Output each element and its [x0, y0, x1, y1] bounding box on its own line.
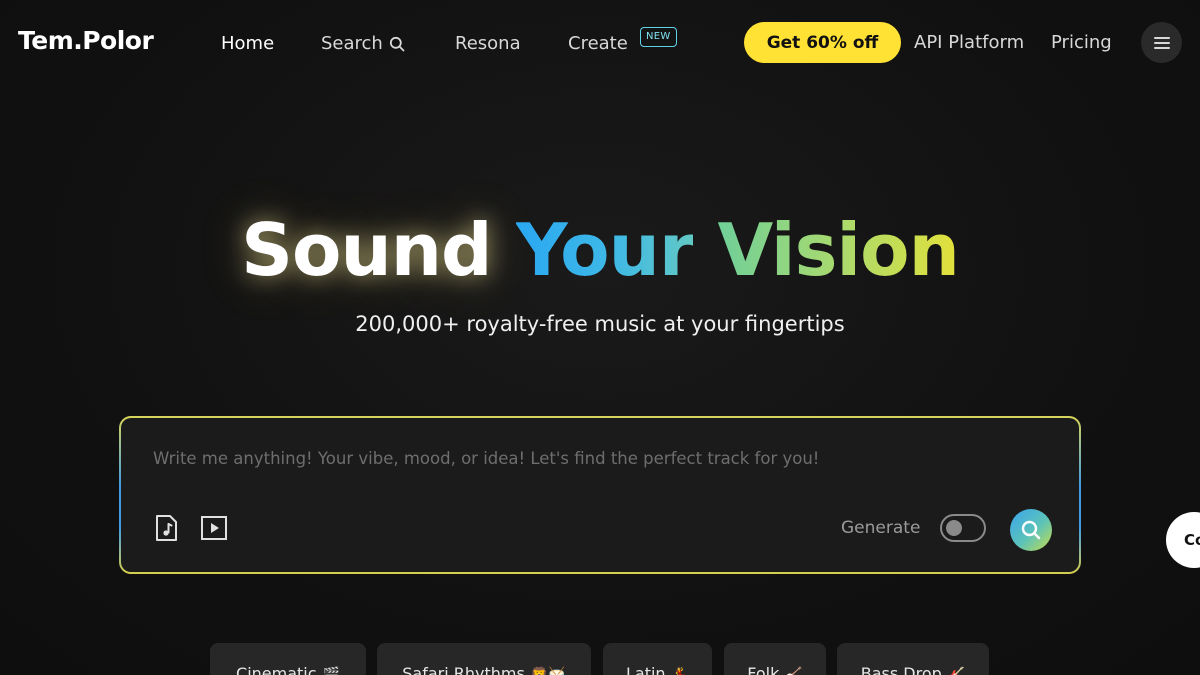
hero-title-word-3: Vision	[717, 208, 959, 292]
chip-folk[interactable]: Folk 🪕	[724, 643, 826, 675]
side-chat-button[interactable]: Co	[1166, 512, 1200, 568]
chip-label: Cinematic	[236, 663, 317, 675]
generate-toggle-knob	[946, 520, 962, 536]
chip-label: Bass Drop	[860, 663, 942, 675]
prompt-box-inner: Generate	[121, 418, 1079, 572]
top-nav: Tem.Polor Home Search Resona Create NEW …	[0, 0, 1200, 88]
music-file-icon	[156, 515, 177, 541]
generate-label: Generate	[841, 518, 921, 538]
nav-create-label: Create	[568, 33, 628, 54]
chip-emoji: 🎸	[947, 666, 966, 675]
generate-toggle[interactable]	[940, 514, 986, 542]
chip-latin[interactable]: Latin 💃	[603, 643, 712, 675]
nav-pricing-link[interactable]: Pricing	[1051, 32, 1112, 53]
hero-title: Sound Your Vision	[0, 205, 1200, 295]
hero-title-word-2: Your	[515, 208, 695, 292]
chip-cinematic[interactable]: Cinematic 🎬	[210, 643, 366, 675]
nav-pricing-label: Pricing	[1051, 32, 1112, 53]
nav-home-label: Home	[221, 33, 275, 54]
search-icon	[1021, 520, 1041, 540]
page: Tem.Polor Home Search Resona Create NEW …	[0, 0, 1200, 675]
hero-subtitle: 200,000+ royalty-free music at your fing…	[355, 312, 845, 336]
nav-create-link[interactable]: Create	[568, 33, 628, 54]
chip-emoji: 🎬	[322, 666, 340, 675]
chip-bass-drop[interactable]: Bass Drop 🎸	[837, 643, 989, 675]
search-icon	[389, 36, 405, 51]
nav-api-platform-link[interactable]: API Platform	[914, 32, 1024, 53]
new-badge: NEW	[640, 27, 677, 47]
nav-resona-link[interactable]: Resona	[455, 33, 521, 54]
chip-label: Folk	[747, 663, 780, 675]
nav-search-link[interactable]: Search	[321, 33, 405, 54]
chip-safari-rhythms[interactable]: Safari Rhythms 🦁🥁	[377, 643, 591, 675]
chip-label: Safari Rhythms	[402, 663, 525, 675]
nav-home-link[interactable]: Home	[221, 33, 274, 54]
menu-button[interactable]	[1141, 22, 1182, 63]
genre-chips: Cinematic 🎬 Safari Rhythms 🦁🥁 Latin 💃 Folk 🪕…	[0, 643, 1200, 675]
submit-search-button[interactable]	[1010, 509, 1052, 551]
video-play-icon	[201, 516, 227, 540]
get-discount-button[interactable]: Get 60% off	[744, 22, 901, 63]
nav-search-label: Search	[321, 33, 383, 54]
hamburger-icon	[1153, 36, 1170, 49]
chip-label: Latin	[625, 663, 666, 675]
upload-video-button[interactable]	[199, 513, 229, 543]
prompt-input[interactable]	[151, 442, 1035, 474]
hero-title-word-1: Sound	[241, 208, 492, 292]
prompt-box: Generate	[119, 416, 1081, 574]
brand-logo[interactable]: Tem.Polor	[18, 26, 154, 55]
nav-resona-label: Resona	[455, 33, 521, 54]
chip-emoji: 🦁🥁	[530, 666, 566, 675]
nav-api-platform-label: API Platform	[914, 32, 1025, 53]
chip-emoji: 💃	[671, 666, 689, 675]
upload-audio-button[interactable]	[151, 513, 181, 543]
chip-emoji: 🪕	[785, 666, 803, 675]
